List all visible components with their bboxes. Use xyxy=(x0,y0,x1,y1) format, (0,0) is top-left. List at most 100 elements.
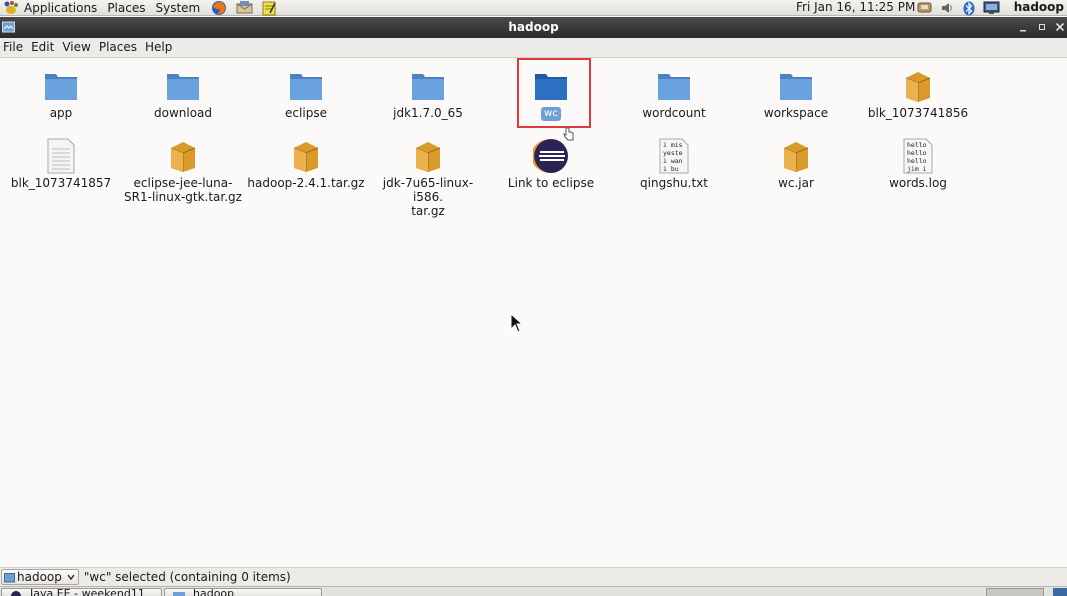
eclipse-icon xyxy=(531,139,568,173)
mail-icon xyxy=(236,1,253,14)
file-item-wc[interactable]: wc xyxy=(491,68,611,121)
folder-icon xyxy=(173,592,185,596)
location-dropdown[interactable]: hadoop xyxy=(1,569,79,585)
mail-launcher[interactable] xyxy=(234,0,254,16)
text-preview-icon: hello hello hello jim i xyxy=(903,138,933,174)
file-label: eclipse xyxy=(285,106,327,120)
text-preview-icon: i mis yeste i wan i bu xyxy=(659,138,689,174)
panel-user[interactable]: hadoop xyxy=(1014,0,1064,16)
file-item-eclipse-tar-gz[interactable]: eclipse-jee-luna- SR1-linux-gtk.tar.gz xyxy=(123,138,243,204)
preview-line: yeste xyxy=(663,149,683,157)
system-menu[interactable]: System xyxy=(150,0,205,16)
folder-icon xyxy=(167,74,199,100)
folder-icon xyxy=(4,572,15,582)
file-label: workspace xyxy=(763,106,829,120)
package-icon xyxy=(905,72,931,102)
close-button[interactable] xyxy=(1053,19,1067,35)
file-item-qingshu-txt[interactable]: i mis yeste i wan i bu qingshu.txt xyxy=(614,138,734,190)
workspace-switcher[interactable] xyxy=(986,588,1044,596)
preview-line: jim i xyxy=(907,165,927,173)
task-label: hadoop xyxy=(193,588,235,596)
file-label: words.log xyxy=(889,176,947,190)
file-label: eclipse-jee-luna- SR1-linux-gtk.tar.gz xyxy=(124,176,242,204)
gnome-foot-icon xyxy=(4,1,18,14)
firefox-launcher[interactable] xyxy=(209,0,229,16)
preview-line: hello xyxy=(907,141,927,149)
file-view[interactable]: app download eclipse jdk1.7.0_65 wc word… xyxy=(0,58,1067,567)
volume-icon[interactable] xyxy=(938,1,956,16)
eclipse-icon xyxy=(11,591,21,596)
close-icon xyxy=(1055,22,1065,32)
file-item-download[interactable]: download xyxy=(123,68,243,120)
file-label: Link to eclipse xyxy=(507,176,595,190)
folder-icon xyxy=(45,74,77,100)
file-label: jdk-7u65-linux-i586. tar.gz xyxy=(382,176,474,218)
system-label: System xyxy=(155,0,201,15)
file-label: hadoop-2.4.1.tar.gz xyxy=(247,176,365,190)
file-item-wordcount[interactable]: wordcount xyxy=(614,68,734,120)
preview-line: hello xyxy=(907,157,927,165)
menu-places[interactable]: Places xyxy=(96,38,140,57)
window-title: hadoop xyxy=(508,20,559,34)
file-label: download xyxy=(153,106,213,120)
statusbar: hadoop "wc" selected (containing 0 items… xyxy=(0,567,1067,586)
window-titlebar[interactable]: hadoop xyxy=(0,17,1067,38)
mouse-pointer-icon xyxy=(510,313,524,333)
file-item-wc-jar[interactable]: wc.jar xyxy=(736,138,856,190)
panel-clock[interactable]: Fri Jan 16, 11:25 PM xyxy=(796,0,915,16)
notes-launcher[interactable] xyxy=(259,0,279,16)
file-label: app xyxy=(49,106,73,120)
file-item-app[interactable]: app xyxy=(1,68,121,120)
file-label: blk_1073741857 xyxy=(10,176,112,190)
minimize-button[interactable] xyxy=(1016,19,1030,35)
bluetooth-icon[interactable] xyxy=(960,1,978,16)
places-menu[interactable]: Places xyxy=(102,0,150,16)
task-hadoop[interactable]: hadoop xyxy=(164,588,322,596)
file-label: qingshu.txt xyxy=(640,176,708,190)
file-label: wordcount xyxy=(642,106,706,120)
status-text: "wc" selected (containing 0 items) xyxy=(83,570,291,584)
file-item-words-log[interactable]: hello hello hello jim i words.log xyxy=(858,138,978,190)
display-icon[interactable] xyxy=(982,1,1000,16)
file-label: jdk1.7.0_65 xyxy=(393,106,463,120)
applications-menu[interactable]: Applications xyxy=(0,0,102,16)
menu-view[interactable]: View xyxy=(59,38,93,57)
file-item-jdk1.7.0_65[interactable]: jdk1.7.0_65 xyxy=(368,68,488,120)
folder-icon xyxy=(290,74,322,100)
preview-line: hello xyxy=(907,149,927,157)
firefox-icon xyxy=(212,0,227,15)
folder-icon xyxy=(780,74,812,100)
notes-icon xyxy=(262,1,276,15)
preview-line: i wan xyxy=(663,157,683,165)
minimize-icon xyxy=(1020,30,1026,32)
bottom-taskbar: Java EE - weekend11 hadoop xyxy=(0,586,1067,596)
package-icon xyxy=(783,142,809,172)
file-item-jdk-tar-gz[interactable]: jdk-7u65-linux-i586. tar.gz xyxy=(368,138,488,218)
file-item-link-to-eclipse[interactable]: Link to eclipse xyxy=(491,138,611,190)
applications-label: Applications xyxy=(24,0,98,15)
file-item-blk-1073741856[interactable]: blk_1073741856 xyxy=(858,68,978,120)
network-icon[interactable] xyxy=(916,1,934,16)
chevron-down-icon xyxy=(67,574,75,581)
package-icon xyxy=(415,142,441,172)
menubar: File Edit View Places Help xyxy=(0,38,1067,58)
file-item-blk-1073741857[interactable]: blk_1073741857 xyxy=(1,138,121,190)
task-java-ee[interactable]: Java EE - weekend11 xyxy=(1,588,162,596)
places-label: Places xyxy=(107,0,146,15)
folder-icon xyxy=(658,74,690,100)
show-desktop-icon[interactable] xyxy=(1053,588,1067,596)
maximize-icon xyxy=(1039,24,1045,30)
file-label-selected: wc xyxy=(541,107,561,121)
folder-selected-icon xyxy=(535,74,567,100)
system-tray xyxy=(916,0,1000,16)
file-item-hadoop-tar-gz[interactable]: hadoop-2.4.1.tar.gz xyxy=(246,138,366,190)
file-item-eclipse[interactable]: eclipse xyxy=(246,68,366,120)
menu-edit[interactable]: Edit xyxy=(28,38,57,57)
package-icon xyxy=(293,142,319,172)
menu-file[interactable]: File xyxy=(0,38,26,57)
file-item-workspace[interactable]: workspace xyxy=(736,68,856,120)
preview-line: i mis xyxy=(663,141,683,149)
maximize-button[interactable] xyxy=(1035,19,1049,35)
preview-line: i bu xyxy=(663,165,679,173)
menu-help[interactable]: Help xyxy=(142,38,175,57)
